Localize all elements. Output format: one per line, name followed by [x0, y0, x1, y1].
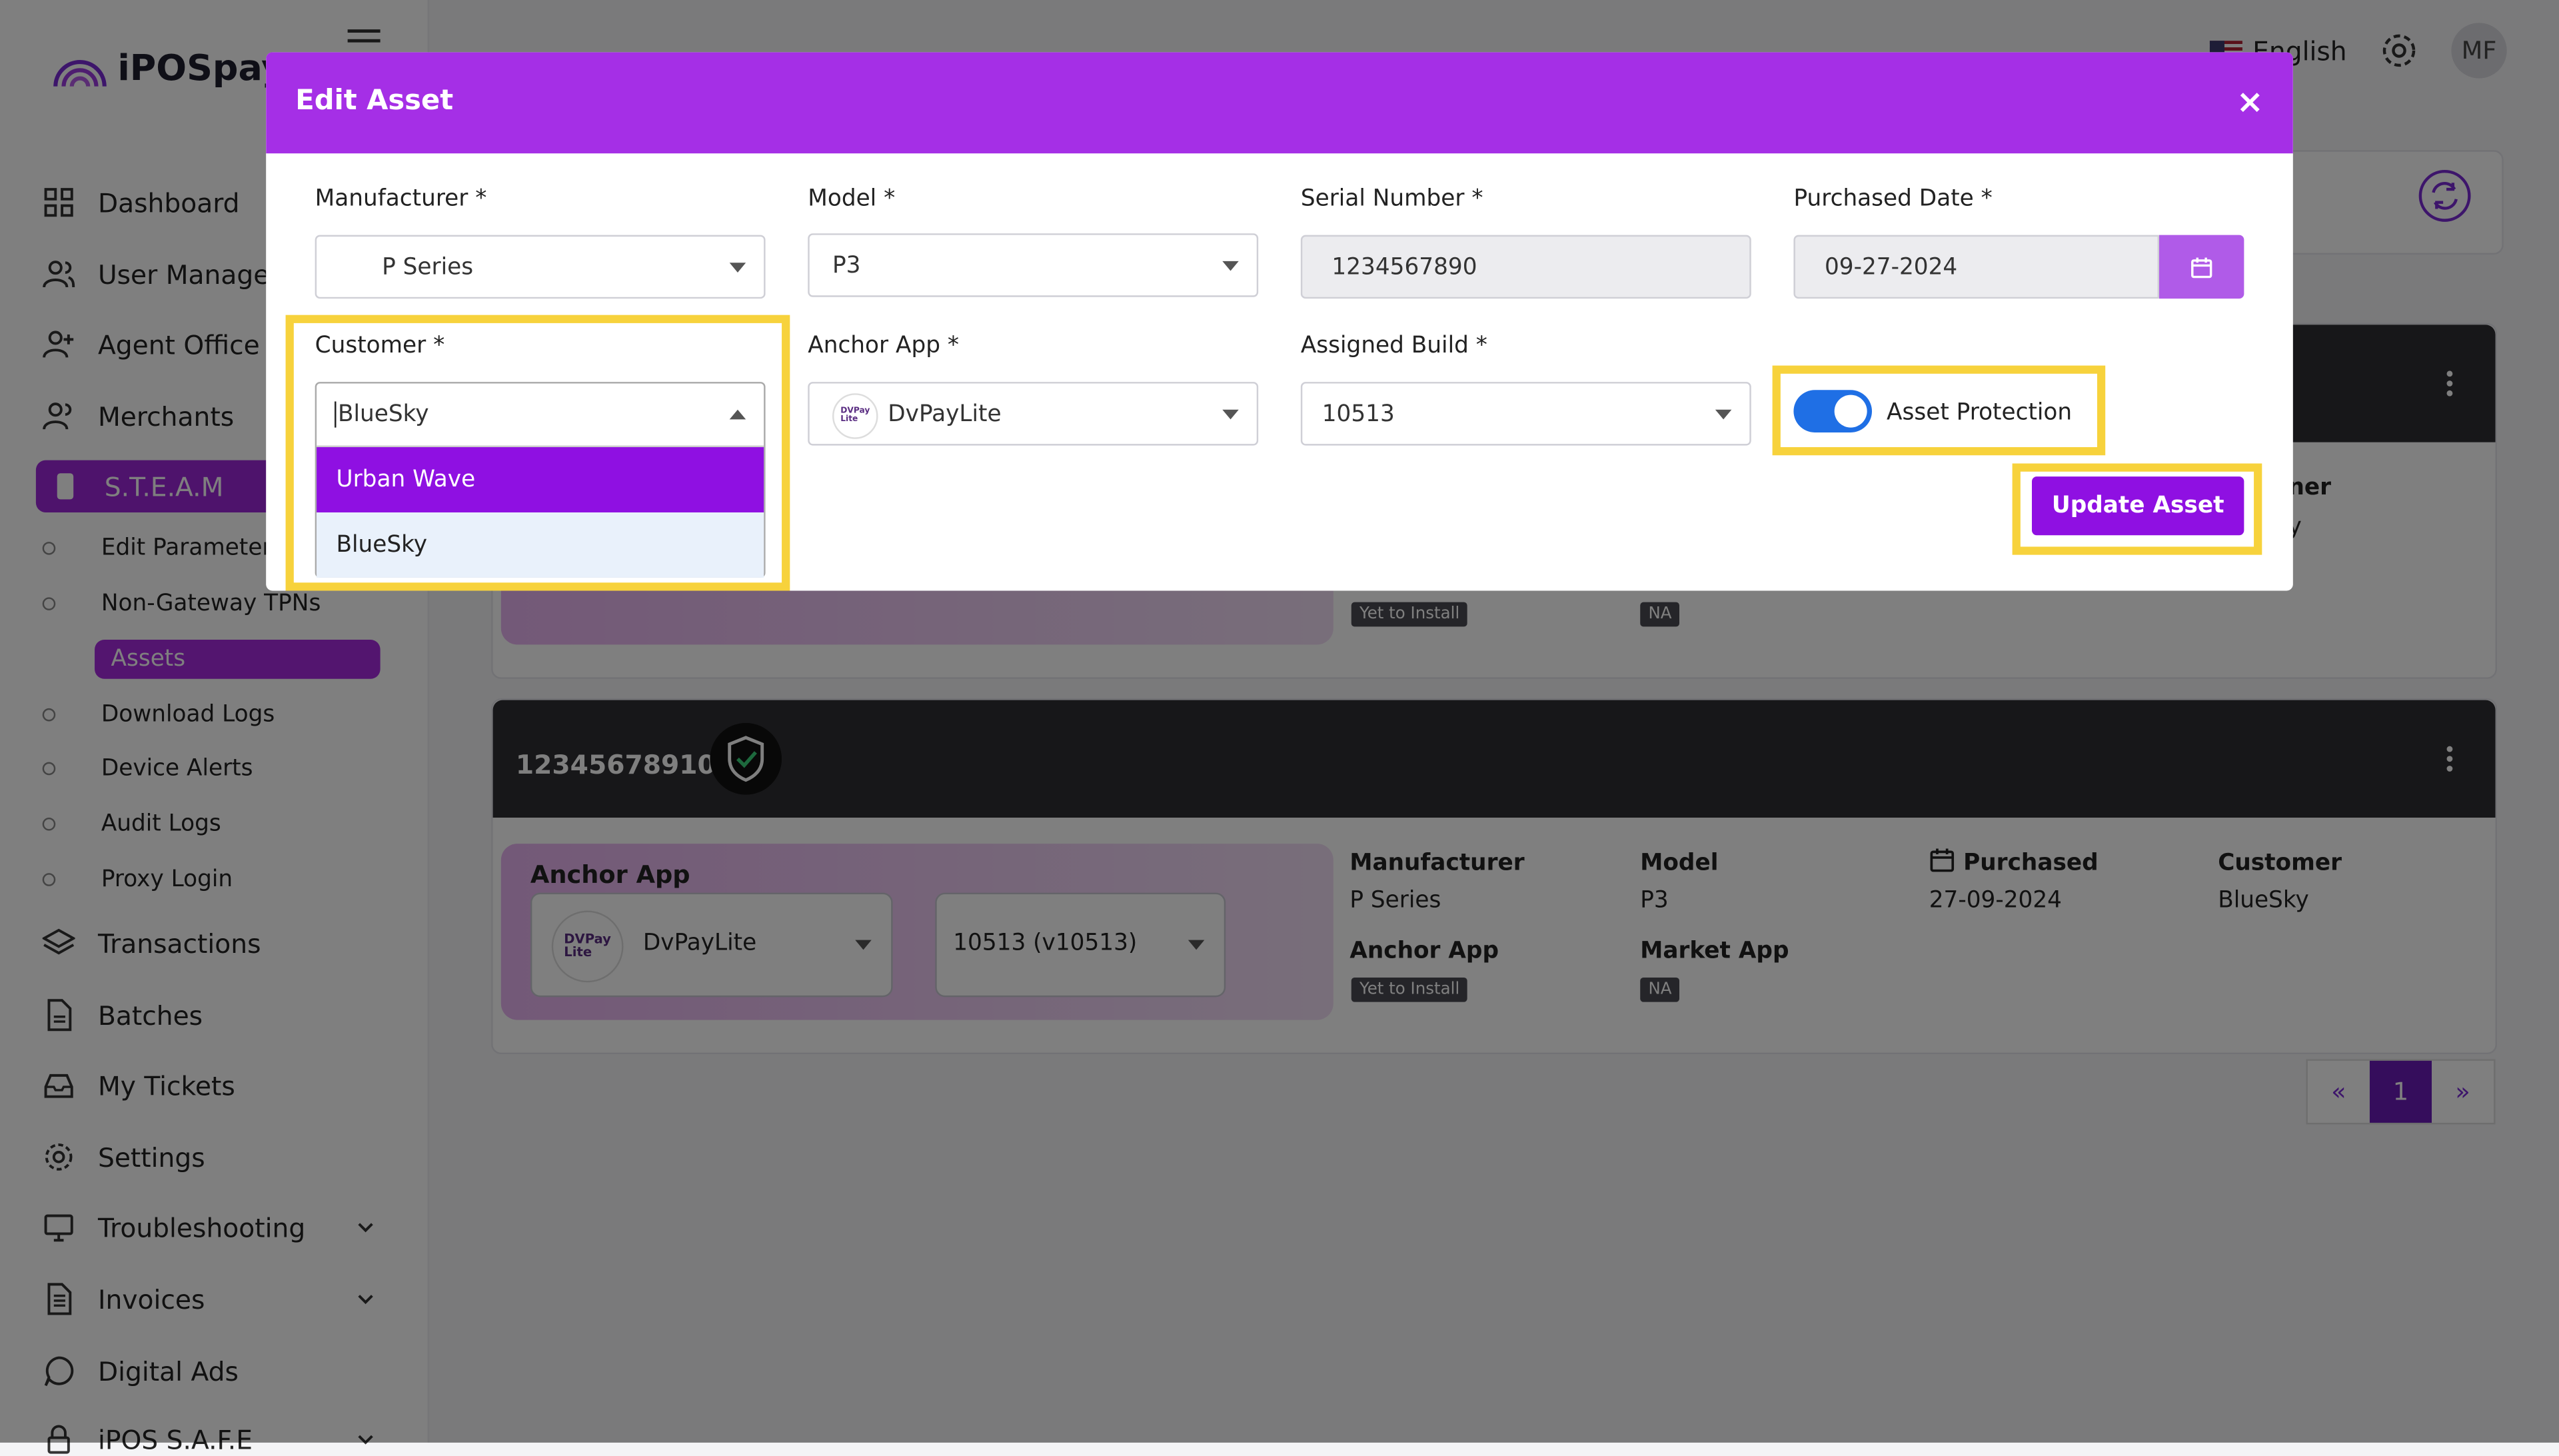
highlight-customer [285, 315, 790, 591]
purchased-field-label: Purchased Date * [1793, 186, 1993, 213]
modal-header: Edit Asset × [266, 52, 2293, 154]
date-picker-button[interactable] [2159, 235, 2244, 299]
purchased-date-value: 09-27-2024 [1824, 253, 1958, 281]
assigned-build-select-value: 10513 [1321, 400, 1395, 427]
model-select-value: P3 [832, 252, 861, 279]
model-field-label: Model * [808, 186, 896, 213]
asset-protection-label: Asset Protection [1887, 400, 2073, 426]
caret-down-icon [729, 263, 746, 273]
modal-title: Edit Asset [295, 85, 454, 118]
manufacturer-select[interactable]: P Series [315, 235, 766, 299]
anchor-app-field-label: Anchor App * [808, 333, 960, 359]
model-select[interactable]: P3 [808, 233, 1259, 297]
anchor-app-select[interactable]: DVPayLite DvPayLite [808, 382, 1259, 446]
dvpay-logo-icon: DVPayLite [832, 393, 878, 439]
purchased-date-input[interactable]: 09-27-2024 [1793, 235, 2160, 299]
app-root: iPOSpay Dashboard User Managem Agent Off… [0, 0, 2559, 1455]
close-icon[interactable]: × [2236, 81, 2264, 121]
calendar-icon [2191, 257, 2212, 278]
serial-number-value: 1234567890 [1331, 253, 1477, 281]
caret-down-icon [1222, 409, 1239, 420]
manufacturer-field-label: Manufacturer * [315, 186, 487, 213]
serial-field-label: Serial Number * [1300, 186, 1483, 213]
assigned-build-field-label: Assigned Build * [1300, 333, 1487, 359]
caret-down-icon [1715, 409, 1732, 420]
update-asset-button[interactable]: Update Asset [2032, 476, 2244, 536]
assigned-build-select[interactable]: 10513 [1300, 382, 1751, 446]
edit-asset-modal: Edit Asset × Manufacturer * P Series Mod… [266, 52, 2293, 591]
asset-protection-toggle[interactable] [1793, 390, 1873, 432]
serial-number-input[interactable]: 1234567890 [1300, 235, 1751, 299]
anchor-app-select-value: DvPayLite [888, 400, 1002, 427]
manufacturer-select-value: P Series [382, 253, 474, 281]
caret-down-icon [1222, 261, 1239, 271]
